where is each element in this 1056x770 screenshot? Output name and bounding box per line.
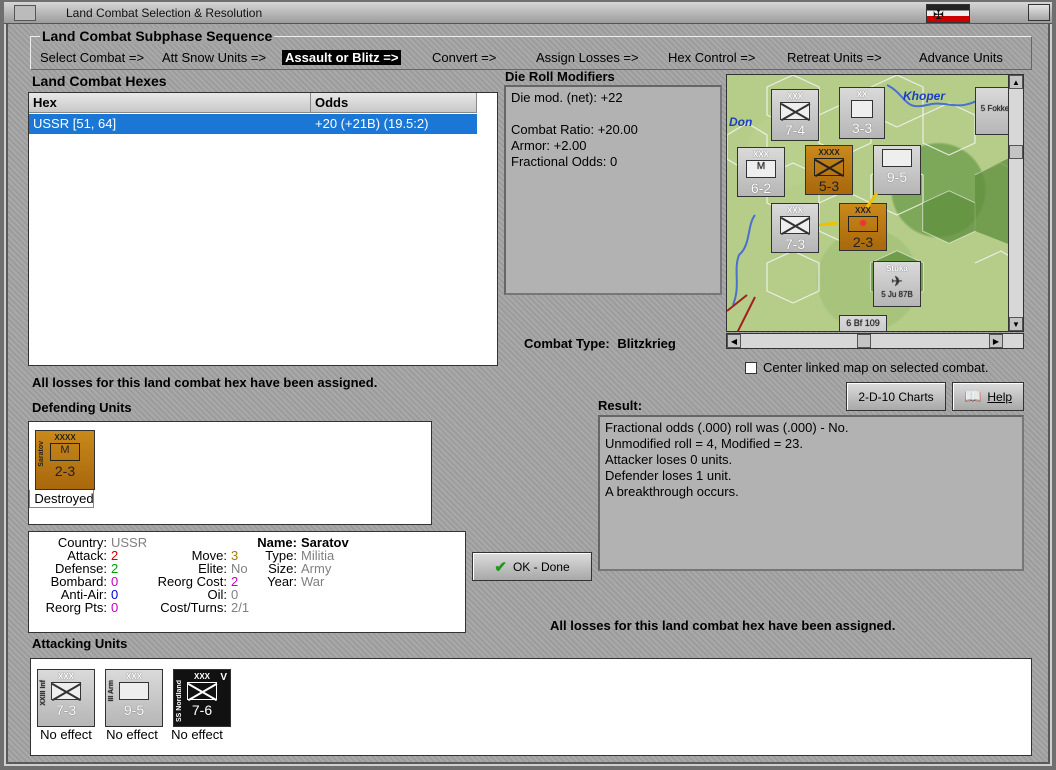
militia-icon: M [50,443,80,461]
scroll-right-icon[interactable]: ▶ [989,334,1003,348]
ok-done-label: OK - Done [512,559,570,574]
step-assault-or-blitz[interactable]: Assault or Blitz => [282,50,402,65]
result-heading: Result: [598,398,643,413]
veteran-tag: V [220,672,227,683]
system-menu-button[interactable] [14,5,36,21]
result-line: Fractional odds (.000) roll was (.000) -… [605,420,849,435]
counter-size: XXX [57,672,74,681]
infantry-icon [51,682,81,700]
counter-size: XXXX [54,433,76,442]
step-convert[interactable]: Convert => [432,50,496,65]
unit-side-name: III Arm [108,680,115,702]
attack-arrows [818,192,879,227]
defending-unit-counter[interactable]: Saratov XXXX M 2-3 [35,430,95,490]
defending-heading: Defending Units [32,400,132,415]
modifier-line: Armor: +2.00 [511,138,587,153]
title-bar: Land Combat Selection & Resolution ✠ [4,2,1052,24]
attacking-units-panel: XXIII Inf XXX 7-3 No effect III Arm XXX … [30,658,1032,756]
unit-info-panel: Country: USSR Attack: 2 Defense: 2 Bomba… [28,531,466,633]
scroll-down-icon[interactable]: ▼ [1009,317,1023,331]
step-att-snow-units[interactable]: Att Snow Units => [162,50,266,65]
counter-size: XXX [193,672,210,681]
linked-map[interactable]: Don Khoper XXX 7-4 XX 3-3 XXX M 6-2 XXXX… [726,74,1010,332]
step-retreat-units[interactable]: Retreat Units => [787,50,882,65]
attacking-unit-counter[interactable]: SS Nordland V XXX 7-6 [173,669,231,727]
modifier-line: Combat Ratio: +20.00 [511,122,638,137]
step-assign-losses[interactable]: Assign Losses => [536,50,639,65]
infantry-icon [187,682,217,700]
help-button[interactable]: 📖 Help [952,382,1024,411]
attacking-unit-status: No effect [171,727,223,742]
result-box: Fractional odds (.000) roll was (.000) -… [598,415,1024,571]
result-lines: Fractional odds (.000) roll was (.000) -… [605,420,848,500]
defending-unit-status: Destroyed [34,491,94,506]
help-button-label: Help [987,389,1013,404]
attacking-heading: Attacking Units [32,636,128,651]
ok-done-button[interactable]: ✔ OK - Done [472,552,592,581]
cell-hex: USSR [51, 64] [33,116,117,131]
center-map-checkbox[interactable] [745,362,757,374]
combat-type-value: Blitzkrieg [617,336,676,351]
center-map-label: Center linked map on selected combat. [763,360,989,375]
attacking-unit-status: No effect [40,727,92,742]
reorgpts-label: Reorg Pts: [45,600,107,615]
modifier-line: Die mod. (net): +22 [511,90,623,105]
scroll-thumb-horizontal[interactable] [857,334,871,348]
step-hex-control[interactable]: Hex Control => [668,50,755,65]
map-horizontal-scrollbar[interactable]: ◀ ▶ [726,333,1024,349]
charts-button-label: 2-D-10 Charts [858,389,934,404]
step-advance-units[interactable]: Advance Units [919,50,1003,65]
counter-size: XXX [125,672,142,681]
unit-side-name: XXIII Inf [40,680,47,706]
losses-message-bottom: All losses for this land combat hex have… [550,618,896,633]
counter-strength: 7-3 [55,702,77,718]
scroll-left-icon[interactable]: ◀ [727,334,741,348]
costturns-value: 2/1 [231,600,250,615]
unit-side-name: Saratov [38,441,45,467]
cell-odds: +20 (+21B) (19.5:2) [315,116,429,131]
combat-type: Combat Type: Blitzkrieg [524,336,676,351]
sequence-heading: Land Combat Subphase Sequence [40,28,275,44]
losses-message-top: All losses for this land combat hex have… [32,375,378,390]
attacking-unit-counter[interactable]: XXIII Inf XXX 7-3 [37,669,95,727]
result-line: Attacker loses 0 units. [605,452,733,467]
window-title: Land Combat Selection & Resolution [66,6,263,20]
modifiers-lines: Die mod. (net): +22 Combat Ratio: +20.00… [511,90,638,170]
col-hex-header[interactable]: Hex [29,93,311,113]
reorgpts-value: 0 [111,600,119,615]
hexes-table: Hex Odds USSR [51, 64] +20 (+21B) (19.5:… [28,92,498,366]
defending-units-panel: Saratov XXXX M 2-3 Destroyed [28,421,432,525]
attacking-unit-status: No effect [106,727,158,742]
germany-flag-icon: ✠ [926,4,970,23]
year-value: War [301,574,325,589]
map-vertical-scrollbar[interactable]: ▲ ▼ [1008,74,1024,332]
costturns-label: Cost/Turns: [160,600,227,615]
modifiers-box: Die mod. (net): +22 Combat Ratio: +20.00… [504,85,722,295]
unit-side-name: SS Nordland [176,680,183,723]
book-icon: 📖 [963,388,982,404]
table-row[interactable]: USSR [51, 64] +20 (+21B) (19.5:2) [29,114,477,134]
result-line: Defender loses 1 unit. [605,468,732,483]
col-odds-header[interactable]: Odds [311,93,477,113]
hexes-heading: Land Combat Hexes [32,73,167,89]
result-line: Unmodified roll = 4, Modified = 23. [605,436,803,451]
close-window-button[interactable] [1028,4,1050,21]
step-select-combat[interactable]: Select Combat => [40,50,144,65]
modifiers-heading: Die Roll Modifiers [505,69,615,84]
armor-icon [119,682,149,700]
counter-strength: 7-6 [191,702,213,718]
charts-button[interactable]: 2-D-10 Charts [846,382,946,411]
combat-type-label: Combat Type: [524,336,610,351]
scroll-up-icon[interactable]: ▲ [1009,75,1023,89]
counter-strength: 9-5 [123,702,145,718]
modifier-line: Fractional Odds: 0 [511,154,618,169]
counter-strength: 2-3 [54,463,76,479]
modifier-line [511,106,638,122]
scroll-thumb-vertical[interactable] [1009,145,1023,159]
result-line: A breakthrough occurs. [605,484,739,499]
checkmark-icon: ✔ [494,558,507,576]
attacking-unit-counter[interactable]: III Arm XXX 9-5 [105,669,163,727]
year-label: Year: [267,574,297,589]
